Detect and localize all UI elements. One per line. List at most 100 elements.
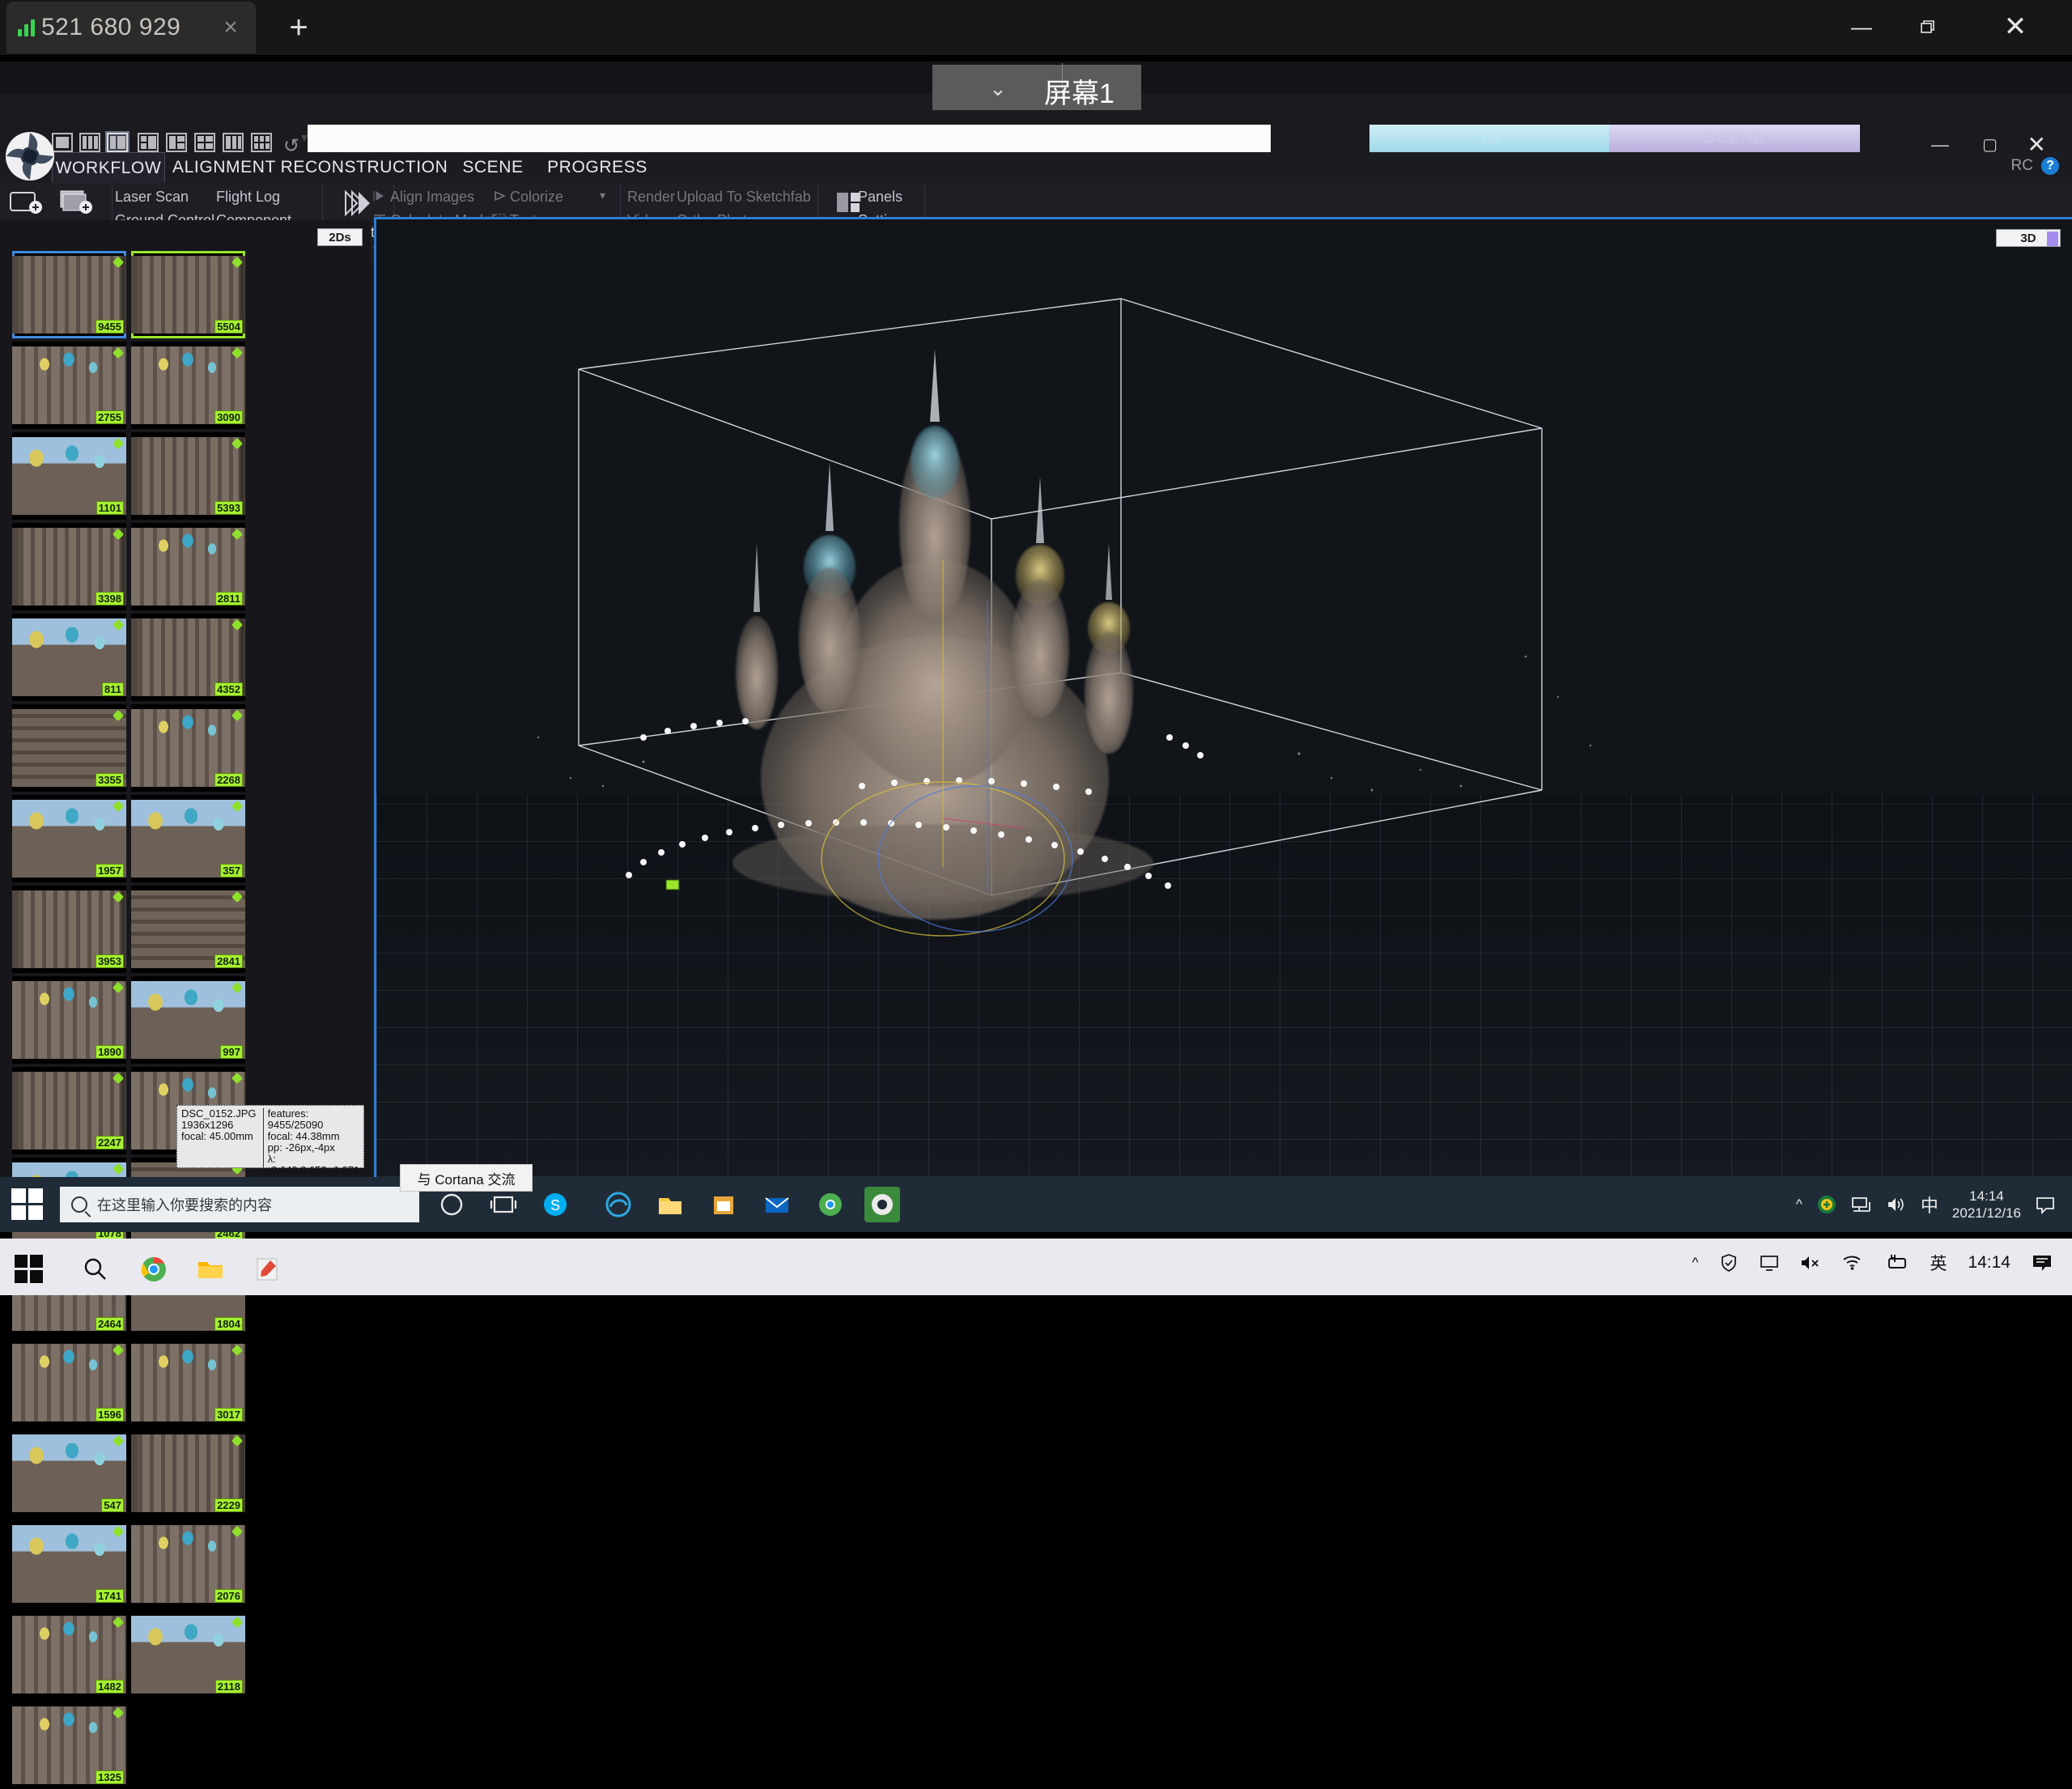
wifi-icon-outer[interactable] xyxy=(1842,1253,1863,1273)
thumbnail-item[interactable]: 2841 xyxy=(131,886,245,973)
thumbnail-item[interactable]: 1325 xyxy=(12,1702,126,1789)
battery-charging-icon[interactable] xyxy=(1884,1253,1909,1273)
mail-icon[interactable] xyxy=(759,1187,795,1222)
search-input-inner[interactable]: 在这里输入你要搜索的内容 xyxy=(60,1187,419,1222)
notification-icon-outer[interactable] xyxy=(2032,1253,2053,1273)
browser-tab[interactable]: 521 680 929 × xyxy=(6,2,256,53)
app-close-button[interactable]: ✕ xyxy=(2027,131,2046,158)
thumbnail-item[interactable]: 2268 xyxy=(131,704,245,792)
new-tab-button[interactable]: + xyxy=(275,5,322,50)
realitycapture-icon[interactable] xyxy=(864,1187,900,1222)
browser-minimize-button[interactable]: — xyxy=(1829,0,1894,53)
panel-label-2ds[interactable]: 2Ds xyxy=(317,228,363,246)
thumbnail-item[interactable]: 2118 xyxy=(131,1611,245,1698)
thumbnail-item[interactable]: 3398 xyxy=(12,523,126,610)
ime-indicator-outer[interactable]: 英 xyxy=(1930,1251,1947,1275)
tab-progress[interactable]: PROGRESS xyxy=(541,152,654,183)
volume-icon[interactable] xyxy=(1886,1195,1907,1214)
ghost-button-3d[interactable]: 3D xyxy=(1369,125,1609,152)
volume-muted-icon[interactable] xyxy=(1800,1253,1821,1273)
ghost-button-scene[interactable]: SCENE xyxy=(1609,125,1860,152)
thumbnail-item[interactable]: 5504 xyxy=(131,251,245,338)
browser-maximize-button[interactable] xyxy=(1894,0,1959,53)
ime-indicator[interactable]: 中 xyxy=(1921,1192,1938,1217)
thumbnail-item[interactable]: 1482 xyxy=(12,1611,126,1698)
viewport-3d[interactable]: 3D xyxy=(374,217,2072,1177)
network-icon[interactable] xyxy=(1851,1195,1872,1214)
tray-expand-icon-outer[interactable]: ^ xyxy=(1692,1255,1698,1271)
colorize-item[interactable]: Colorize xyxy=(510,189,563,206)
tab-reconstruction[interactable]: RECONSTRUCTION xyxy=(281,152,448,183)
tab-alignment[interactable]: ALIGNMENT xyxy=(165,152,283,183)
thumbnail-item[interactable]: 3017 xyxy=(131,1339,245,1426)
flight-log-item[interactable]: Flight Log xyxy=(216,189,280,206)
layout-6-button[interactable] xyxy=(194,133,215,152)
chevron-down-icon[interactable]: ⌄ xyxy=(989,76,1007,101)
start-button-outer[interactable] xyxy=(15,1255,44,1284)
skype-icon[interactable]: S xyxy=(537,1187,573,1222)
thumbnail-item[interactable]: 1890 xyxy=(12,976,126,1064)
tray-expand-icon[interactable]: ^ xyxy=(1796,1196,1802,1213)
cortana-circle-icon[interactable] xyxy=(434,1187,469,1222)
account-label[interactable]: RC xyxy=(2011,157,2033,175)
thumbnail-item[interactable]: 997 xyxy=(131,976,245,1064)
thumbnail-item[interactable]: 2247 xyxy=(12,1067,126,1154)
store-icon[interactable] xyxy=(706,1187,741,1222)
colorize-dropdown-icon[interactable]: ▾ xyxy=(600,189,605,202)
thumbnail-item[interactable]: 2755 xyxy=(12,342,126,429)
thumbnail-item[interactable]: 1596 xyxy=(12,1339,126,1426)
thumbnail-item[interactable]: 811 xyxy=(12,614,126,701)
thumbnail-item[interactable]: 2811 xyxy=(131,523,245,610)
app-minimize-button[interactable]: — xyxy=(1931,134,1949,155)
tab-scene[interactable]: SCENE xyxy=(450,152,536,183)
task-view-icon[interactable] xyxy=(486,1187,521,1222)
clock-inner[interactable]: 14:14 2021/12/16 xyxy=(1952,1188,2021,1222)
thumbnail-item[interactable]: 357 xyxy=(131,795,245,882)
thumbnail-item[interactable]: 1101 xyxy=(12,432,126,520)
display-icon-outer[interactable] xyxy=(1760,1253,1779,1273)
thumbnail-item[interactable]: 5393 xyxy=(131,432,245,520)
chrome-icon-outer[interactable] xyxy=(138,1253,170,1285)
security-shield-icon-outer[interactable] xyxy=(1719,1253,1739,1273)
layout-5-button[interactable] xyxy=(166,133,187,152)
layout-3-button[interactable] xyxy=(105,131,130,154)
search-icon-outer[interactable] xyxy=(79,1253,112,1285)
feature-count-badge: 1890 xyxy=(96,1045,124,1059)
chrome-icon[interactable] xyxy=(813,1187,848,1222)
chevron-down-icon[interactable]: ▾ xyxy=(301,130,308,146)
close-icon[interactable]: × xyxy=(217,14,244,41)
start-button-inner[interactable] xyxy=(11,1188,44,1221)
security-shield-icon[interactable] xyxy=(1816,1194,1837,1215)
panel-label-3d[interactable]: 3D xyxy=(1996,229,2061,247)
layout-2-button[interactable] xyxy=(79,133,100,152)
notification-icon[interactable] xyxy=(2035,1195,2056,1214)
thumbnail-item[interactable]: 2076 xyxy=(131,1520,245,1608)
thumbnail-item[interactable]: 3953 xyxy=(12,886,126,973)
file-explorer-icon-outer[interactable] xyxy=(194,1253,227,1285)
help-icon[interactable]: ? xyxy=(2041,157,2059,175)
thumbnail-item[interactable]: 547 xyxy=(12,1430,126,1517)
thumbnail-grid[interactable]: 9455 5504 2755 3090 1101 5393 3398 2811 811 4352 3… xyxy=(10,251,361,1789)
file-explorer-icon[interactable] xyxy=(652,1187,688,1222)
align-images-item[interactable]: Align Images xyxy=(390,189,474,206)
tab-workflow[interactable]: WORKFLOW xyxy=(52,152,165,183)
thumbnail-item[interactable]: 3090 xyxy=(131,342,245,429)
thumbnail-item[interactable]: 1741 xyxy=(12,1520,126,1608)
panels-item[interactable]: Panels xyxy=(858,189,902,206)
thumbnail-item[interactable]: 3355 xyxy=(12,704,126,792)
thumbnail-item[interactable]: 4352 xyxy=(131,614,245,701)
thumbnail-item[interactable]: 9455 xyxy=(12,251,126,338)
thumbnail-item[interactable]: 2229 xyxy=(131,1430,245,1517)
browser-close-button[interactable]: ✕ xyxy=(1983,0,2048,53)
edge-icon[interactable] xyxy=(601,1187,636,1222)
clock-outer[interactable]: 14:14 xyxy=(1968,1253,2010,1273)
layout-4-button[interactable] xyxy=(138,133,159,152)
upload-to-sketchfab-item[interactable]: Upload To Sketchfab xyxy=(677,189,811,206)
render-item[interactable]: Render xyxy=(627,189,675,206)
laser-scan-item[interactable]: Laser Scan xyxy=(115,189,189,206)
layout-8-button[interactable] xyxy=(251,133,272,152)
thumbnail-item[interactable]: 1957 xyxy=(12,795,126,882)
editor-icon-outer[interactable] xyxy=(251,1253,283,1285)
app-maximize-button[interactable]: ▢ xyxy=(1982,134,1998,155)
layout-7-button[interactable] xyxy=(223,133,244,152)
